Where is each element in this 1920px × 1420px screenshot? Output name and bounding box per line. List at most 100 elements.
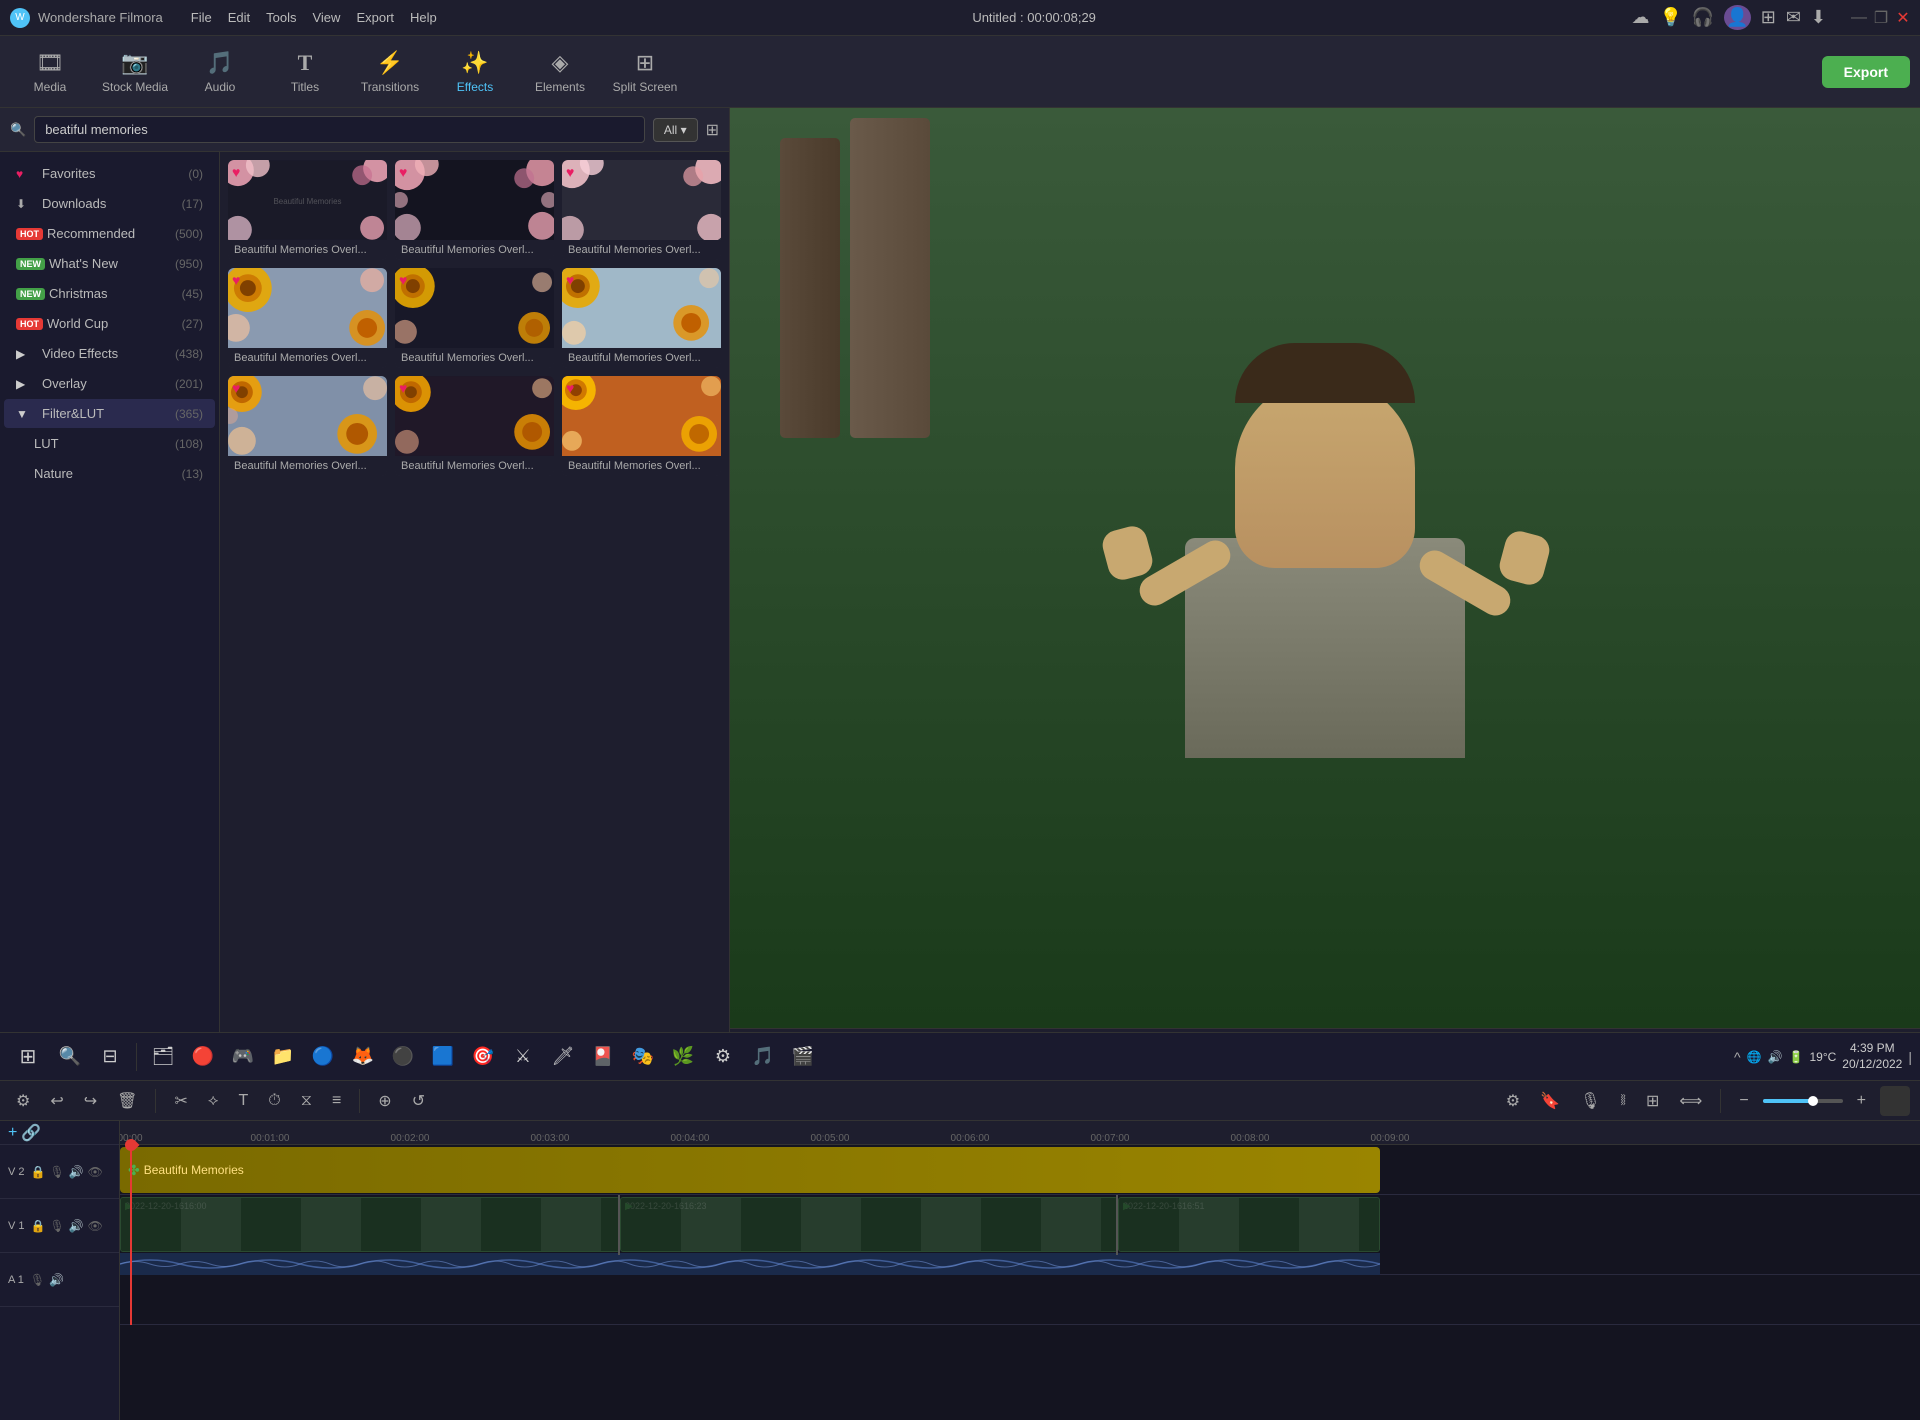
zoom-slider[interactable] xyxy=(1763,1099,1843,1103)
taskbar-app-2[interactable]: 🔴 xyxy=(185,1039,221,1075)
toolbar-split-screen[interactable]: ⊞ Split Screen xyxy=(605,39,685,104)
sidebar-item-overlay[interactable]: ▶ Overlay (201) xyxy=(4,369,215,398)
sidebar-item-whats-new[interactable]: NEW What's New (950) xyxy=(4,249,215,278)
undo-button[interactable]: ↩ xyxy=(44,1087,69,1115)
video-clip-1[interactable]: 2022-12-20-1616:00 ▶ xyxy=(120,1197,620,1252)
taskbar-app-5[interactable]: 🔵 xyxy=(305,1039,341,1075)
audio-track-vol-icon[interactable]: 🔊 xyxy=(49,1273,64,1287)
video-clip-2[interactable]: 2022-12-20-1616:23 ▶ xyxy=(620,1197,1118,1252)
user-avatar[interactable]: 👤 xyxy=(1724,5,1750,30)
timeline-tracks-area[interactable]: 00:00 00:01:00 00:02:00 00:03:00 00:04:0… xyxy=(120,1121,1920,1420)
taskbar-app-9[interactable]: 🎯 xyxy=(465,1039,501,1075)
markers-button[interactable]: 🔖 xyxy=(1534,1087,1566,1115)
effect-card-9[interactable]: ♥ Beautiful Memories Overl... xyxy=(562,376,721,476)
sidebar-item-video-effects[interactable]: ▶ Video Effects (438) xyxy=(4,339,215,368)
equalizer-button[interactable]: ⧖ xyxy=(295,1088,318,1114)
zoom-out-button[interactable]: − xyxy=(1733,1088,1754,1114)
toolbar-stock-media[interactable]: 📷 Stock Media xyxy=(95,39,175,104)
speed-button[interactable]: ≡ xyxy=(326,1088,347,1114)
effect-clip-1[interactable]: ✤ Beautifu Memories xyxy=(120,1147,1380,1193)
menu-help[interactable]: Help xyxy=(410,10,437,25)
video-clip-3[interactable]: 2022-12-20-1616:51 ▶ xyxy=(1118,1197,1380,1252)
select-button[interactable]: ⟡ xyxy=(202,1088,225,1114)
search-input[interactable] xyxy=(34,116,645,143)
effect-card-2[interactable]: ♥ Beautiful Memories Overl... xyxy=(395,160,554,260)
redo-button[interactable]: ↪ xyxy=(78,1087,103,1115)
start-button[interactable]: ⊞ xyxy=(8,1037,48,1077)
video-track-lock-icon[interactable]: 🔒 xyxy=(31,1219,46,1233)
taskbar-app-7[interactable]: ⚫ xyxy=(385,1039,421,1075)
video-track-vol-icon[interactable]: 🔊 xyxy=(69,1219,84,1233)
taskbar-app-11[interactable]: 🗡 xyxy=(545,1039,581,1075)
undo2-button[interactable]: ↺ xyxy=(406,1087,431,1115)
toolbar-effects[interactable]: ✨ Effects xyxy=(435,39,515,104)
maximize-button[interactable]: ❐ xyxy=(1874,11,1888,25)
effect-track-eye-icon[interactable]: 👁 xyxy=(88,1165,103,1179)
menu-view[interactable]: View xyxy=(312,10,340,25)
minimize-button[interactable]: — xyxy=(1852,11,1866,25)
taskbar-app-12[interactable]: 🎴 xyxy=(585,1039,621,1075)
close-button[interactable]: ✕ xyxy=(1896,11,1910,25)
effect-track-mic-icon[interactable]: 🎙 xyxy=(49,1165,64,1179)
mix-button[interactable]: ⧚ xyxy=(1614,1088,1632,1114)
grid-icon[interactable]: ⊞ xyxy=(1761,7,1776,28)
sidebar-item-favorites[interactable]: ♥ Favorites (0) xyxy=(4,159,215,188)
zoom-thumb[interactable] xyxy=(1808,1096,1818,1106)
filter-dropdown[interactable]: All ▾ xyxy=(653,118,698,142)
taskbar-app-3[interactable]: 🎮 xyxy=(225,1039,261,1075)
audio-sync-button[interactable]: ⟺ xyxy=(1673,1087,1708,1115)
headphone-icon[interactable]: 🎧 xyxy=(1692,7,1714,28)
sidebar-item-lut[interactable]: LUT (108) xyxy=(4,429,215,458)
timeline-settings2-button[interactable]: ⚙ xyxy=(1500,1087,1526,1115)
zoom-in-button[interactable]: + xyxy=(1851,1088,1872,1114)
split-button[interactable]: ⊞ xyxy=(1640,1087,1665,1115)
sidebar-item-nature[interactable]: Nature (13) xyxy=(4,459,215,488)
taskbar-app-14[interactable]: 🌿 xyxy=(665,1039,701,1075)
add-track-button[interactable]: ⊕ xyxy=(372,1087,397,1115)
taskbar-app-10[interactable]: ⚔ xyxy=(505,1039,541,1075)
text-button[interactable]: T xyxy=(232,1088,254,1114)
taskbar-app-15[interactable]: ⚙ xyxy=(705,1039,741,1075)
grid-view-button[interactable]: ⊞ xyxy=(706,120,719,140)
sidebar-item-world-cup[interactable]: HOT World Cup (27) xyxy=(4,309,215,338)
effect-track-vol-icon[interactable]: 🔊 xyxy=(69,1165,84,1179)
mail-icon[interactable]: ✉ xyxy=(1786,7,1801,28)
taskbar-app-17[interactable]: 🎬 xyxy=(785,1039,821,1075)
timeline-settings-button[interactable]: ⚙ xyxy=(10,1087,36,1115)
link-icon[interactable]: 🔗 xyxy=(21,1123,41,1143)
sidebar-item-recommended[interactable]: HOT Recommended (500) xyxy=(4,219,215,248)
taskbar-app-16[interactable]: 🎵 xyxy=(745,1039,781,1075)
toolbar-titles[interactable]: T Titles xyxy=(265,39,345,104)
effect-card-8[interactable]: ♥ Beautiful Memories Overl... xyxy=(395,376,554,476)
download-icon[interactable]: ⬇ xyxy=(1811,7,1826,28)
explorer-button[interactable]: 🗂 xyxy=(145,1039,181,1075)
show-desktop-button[interactable]: | xyxy=(1908,1049,1912,1065)
effect-card-3[interactable]: ♥ Beautiful Memories Overl... xyxy=(562,160,721,260)
video-track-eye-icon[interactable]: 👁 xyxy=(88,1219,103,1233)
timer-button[interactable]: ⏱ xyxy=(262,1088,286,1114)
search-taskbar-button[interactable]: 🔍 xyxy=(52,1039,88,1075)
video-track-mic-icon[interactable]: 🎙 xyxy=(49,1219,64,1233)
taskbar-app-8[interactable]: 🟦 xyxy=(425,1039,461,1075)
effect-card-5[interactable]: ♥ Beautiful Memories Overl... xyxy=(395,268,554,368)
volume-icon[interactable]: 🔊 xyxy=(1768,1050,1783,1064)
taskbar-app-13[interactable]: 🎭 xyxy=(625,1039,661,1075)
delete-button[interactable]: 🗑 xyxy=(111,1087,143,1115)
menu-edit[interactable]: Edit xyxy=(228,10,250,25)
taskbar-app-4[interactable]: 📁 xyxy=(265,1039,301,1075)
add-video-track-button[interactable]: + xyxy=(8,1124,17,1142)
taskbar-app-6[interactable]: 🦊 xyxy=(345,1039,381,1075)
toolbar-media[interactable]: 🎞 Media xyxy=(10,39,90,104)
sidebar-item-downloads[interactable]: ⬇ Downloads (17) xyxy=(4,189,215,218)
sidebar-item-christmas[interactable]: NEW Christmas (45) xyxy=(4,279,215,308)
timeline-view-toggle[interactable] xyxy=(1880,1086,1910,1116)
bulb-icon[interactable]: 💡 xyxy=(1659,7,1681,28)
effect-card-1[interactable]: Beautiful Memories ♥ Beautiful Memories … xyxy=(228,160,387,260)
effect-card-7[interactable]: ♥ Beautiful Memories Overl... xyxy=(228,376,387,476)
menu-tools[interactable]: Tools xyxy=(266,10,296,25)
audio-track-mic-icon[interactable]: 🎙 xyxy=(30,1273,45,1287)
effect-card-4[interactable]: ♥ Beautiful Memories Overl... xyxy=(228,268,387,368)
cloud-icon[interactable]: ☁ xyxy=(1631,7,1649,28)
toolbar-transitions[interactable]: ⚡ Transitions xyxy=(350,39,430,104)
task-view-button[interactable]: ⊟ xyxy=(92,1039,128,1075)
